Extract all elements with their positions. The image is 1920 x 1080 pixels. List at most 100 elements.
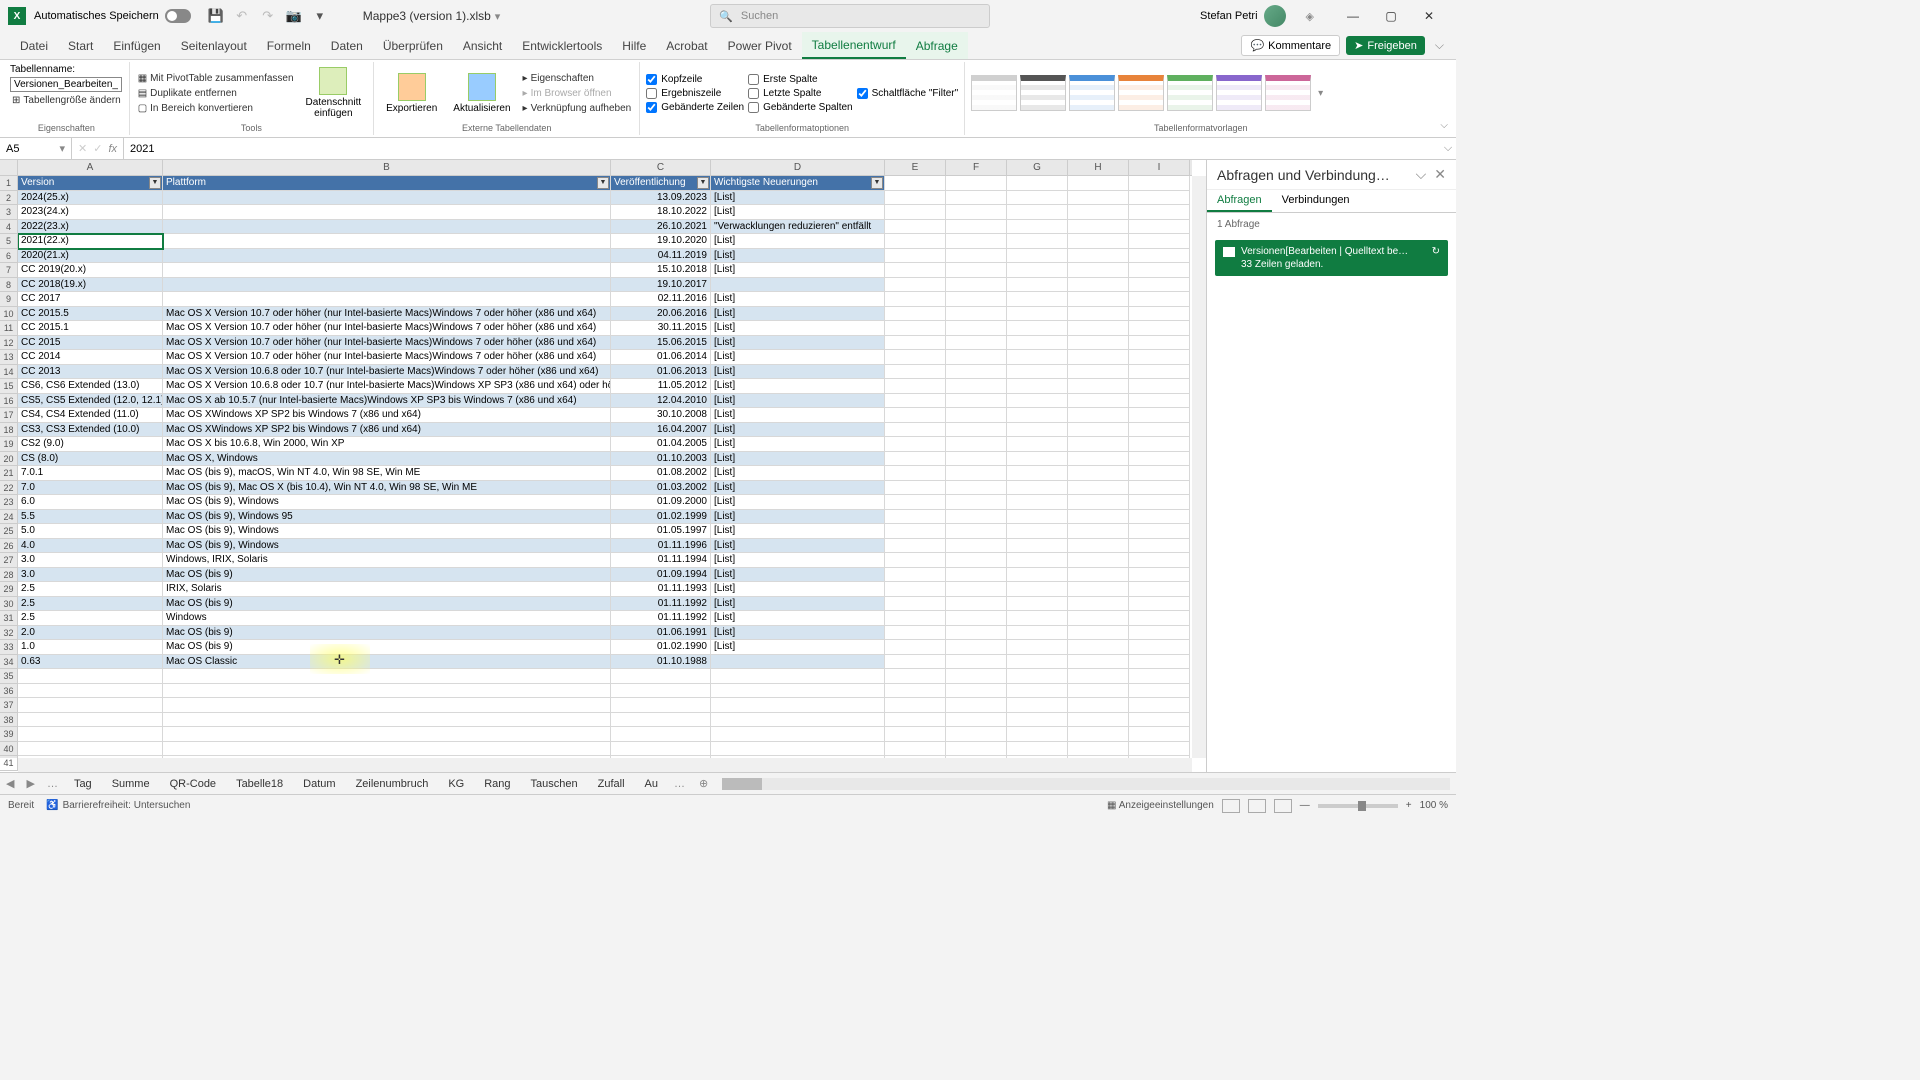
- tab-queries[interactable]: Abfragen: [1207, 190, 1272, 212]
- cell[interactable]: [711, 713, 885, 728]
- cell[interactable]: [1007, 684, 1068, 699]
- cell[interactable]: [946, 205, 1007, 220]
- cell[interactable]: IRIX, Solaris: [163, 582, 611, 597]
- cell[interactable]: CS4, CS4 Extended (11.0): [18, 408, 163, 423]
- cell[interactable]: 2021(22.x): [18, 234, 163, 249]
- ribbon-tab-ansicht[interactable]: Ansicht: [453, 32, 512, 59]
- cell[interactable]: 18.10.2022: [611, 205, 711, 220]
- cell[interactable]: [946, 568, 1007, 583]
- cell[interactable]: [1007, 234, 1068, 249]
- row-header[interactable]: 36: [0, 684, 18, 699]
- query-item[interactable]: Versionen[Bearbeiten | Quelltext be… ↻ 3…: [1215, 240, 1448, 276]
- remove-duplicates-button[interactable]: ▤ Duplikate entfernen: [136, 87, 296, 100]
- cell[interactable]: [611, 742, 711, 757]
- cell[interactable]: 2.0: [18, 626, 163, 641]
- comments-button[interactable]: 💬 Kommentare: [1241, 35, 1340, 56]
- row-header[interactable]: 35: [0, 669, 18, 684]
- cell[interactable]: [1007, 539, 1068, 554]
- ribbon-tab-power pivot[interactable]: Power Pivot: [718, 32, 802, 59]
- cell[interactable]: [885, 191, 946, 206]
- cell[interactable]: 01.06.2014: [611, 350, 711, 365]
- cell[interactable]: [1129, 539, 1190, 554]
- sheet-tab[interactable]: Tag: [64, 773, 102, 794]
- table-header-cell[interactable]: Plattform▼: [163, 176, 611, 191]
- cell[interactable]: [1129, 742, 1190, 757]
- cell[interactable]: [1007, 597, 1068, 612]
- cell[interactable]: [946, 452, 1007, 467]
- cell[interactable]: [1068, 640, 1129, 655]
- cell[interactable]: [1007, 379, 1068, 394]
- cell[interactable]: [1068, 698, 1129, 713]
- row-header[interactable]: 39: [0, 727, 18, 742]
- cell[interactable]: [946, 307, 1007, 322]
- cell[interactable]: 2023(24.x): [18, 205, 163, 220]
- cell[interactable]: [946, 597, 1007, 612]
- cell[interactable]: [946, 220, 1007, 235]
- cell[interactable]: [List]: [711, 205, 885, 220]
- cell[interactable]: [885, 582, 946, 597]
- cell[interactable]: 01.11.1992: [611, 611, 711, 626]
- cell[interactable]: 2022(23.x): [18, 220, 163, 235]
- cell[interactable]: [1068, 655, 1129, 670]
- cell[interactable]: [885, 553, 946, 568]
- row-header[interactable]: 5: [0, 234, 18, 249]
- cell[interactable]: 2020(21.x): [18, 249, 163, 264]
- cell[interactable]: 30.10.2008: [611, 408, 711, 423]
- cell[interactable]: [885, 336, 946, 351]
- cell[interactable]: [946, 321, 1007, 336]
- slicer-button[interactable]: Datenschnitteinfügen: [300, 65, 368, 121]
- cell[interactable]: CC 2017: [18, 292, 163, 307]
- cell[interactable]: 01.09.2000: [611, 495, 711, 510]
- cell[interactable]: 01.06.2013: [611, 365, 711, 380]
- cell[interactable]: [1068, 394, 1129, 409]
- cell[interactable]: [163, 698, 611, 713]
- tab-connections[interactable]: Verbindungen: [1272, 190, 1360, 212]
- ribbon-tab-acrobat[interactable]: Acrobat: [656, 32, 717, 59]
- cell[interactable]: [List]: [711, 321, 885, 336]
- cell[interactable]: Mac OS X, Windows: [163, 452, 611, 467]
- cell[interactable]: [1129, 205, 1190, 220]
- cell[interactable]: 01.10.1988: [611, 655, 711, 670]
- cell[interactable]: [1129, 452, 1190, 467]
- cell[interactable]: [1007, 713, 1068, 728]
- cell[interactable]: [1129, 307, 1190, 322]
- row-header[interactable]: 13: [0, 350, 18, 365]
- refresh-button[interactable]: Aktualisieren: [447, 71, 516, 116]
- cell[interactable]: [1068, 481, 1129, 496]
- total-row-check[interactable]: Ergebniszeile: [646, 88, 744, 99]
- cell[interactable]: [1129, 220, 1190, 235]
- formula-input[interactable]: 2021: [124, 143, 1440, 155]
- table-style-thumb[interactable]: [1020, 75, 1066, 111]
- cell[interactable]: 02.11.2016: [611, 292, 711, 307]
- cell[interactable]: [List]: [711, 611, 885, 626]
- cell[interactable]: [1007, 408, 1068, 423]
- table-style-thumb[interactable]: [1265, 75, 1311, 111]
- sheet-tab[interactable]: Tabelle18: [226, 773, 293, 794]
- cell[interactable]: [List]: [711, 365, 885, 380]
- cancel-formula-icon[interactable]: ✕: [78, 142, 87, 155]
- row-header[interactable]: 26: [0, 539, 18, 554]
- row-header[interactable]: 10: [0, 307, 18, 322]
- cell[interactable]: 01.11.1993: [611, 582, 711, 597]
- cell[interactable]: [List]: [711, 582, 885, 597]
- row-header[interactable]: 7: [0, 263, 18, 278]
- cell[interactable]: 01.06.1991: [611, 626, 711, 641]
- sheet-tab[interactable]: Rang: [474, 773, 520, 794]
- convert-range-button[interactable]: ▢ In Bereich konvertieren: [136, 102, 296, 115]
- accessibility-status[interactable]: Barrierefreiheit: Untersuchen: [63, 800, 191, 811]
- cell[interactable]: [List]: [711, 423, 885, 438]
- cell[interactable]: [1068, 321, 1129, 336]
- cell[interactable]: Mac OS X ab 10.5.7 (nur Intel-basierte M…: [163, 394, 611, 409]
- cell[interactable]: Mac OS X Version 10.7 oder höher (nur In…: [163, 350, 611, 365]
- styles-gallery[interactable]: ▾: [971, 64, 1430, 122]
- cell[interactable]: Mac OS XWindows XP SP2 bis Windows 7 (x8…: [163, 408, 611, 423]
- close-button[interactable]: ✕: [1410, 2, 1448, 30]
- cell[interactable]: [1068, 263, 1129, 278]
- cell[interactable]: 19.10.2020: [611, 234, 711, 249]
- cell[interactable]: [946, 350, 1007, 365]
- cell[interactable]: CC 2015: [18, 336, 163, 351]
- cell[interactable]: [1007, 452, 1068, 467]
- cell[interactable]: [1007, 669, 1068, 684]
- sheet-tab[interactable]: QR-Code: [160, 773, 226, 794]
- cell[interactable]: 1.0: [18, 640, 163, 655]
